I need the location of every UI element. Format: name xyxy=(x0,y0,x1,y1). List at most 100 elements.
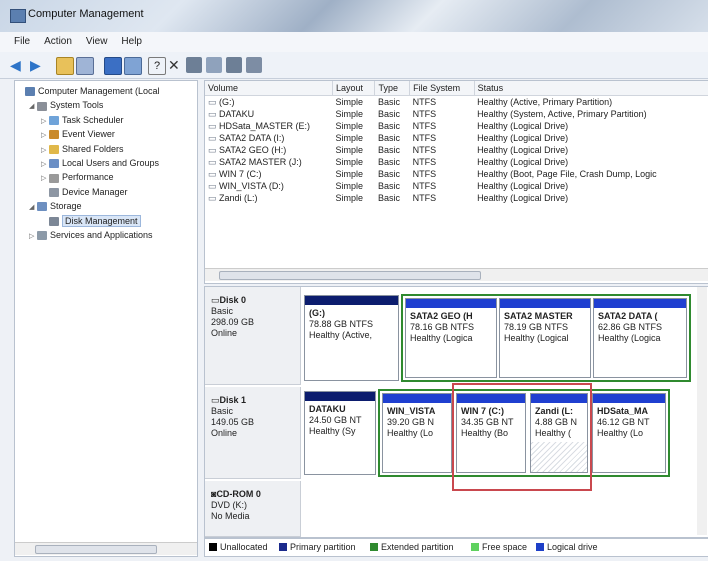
tree-item[interactable]: Computer Management (Local xyxy=(17,85,160,98)
tree-item[interactable]: Disk Management xyxy=(41,214,141,228)
scrollbar-thumb[interactable] xyxy=(219,271,481,280)
tree-item-label: Device Manager xyxy=(62,186,128,197)
scrollbar-thumb[interactable] xyxy=(35,545,157,554)
disk-action-icon[interactable] xyxy=(186,57,202,73)
table-cell: Simple xyxy=(335,157,363,167)
tree-expander-icon[interactable]: ▷ xyxy=(29,230,37,243)
legend-swatch xyxy=(209,543,217,551)
volume-header-row: Volume Layout Type File System Status xyxy=(205,81,708,96)
table-row[interactable]: ▭ (G:) Simple Basic NTFS Healthy (Active, Pr… xyxy=(205,96,708,109)
table-row[interactable]: ▭ WIN 7 (C:) Simple Basic NTFS Healthy (Boot… xyxy=(205,168,708,180)
volume-horizontal-scrollbar[interactable] xyxy=(205,268,708,281)
menu-file[interactable]: File xyxy=(14,36,30,47)
partition-dataku[interactable]: DATAKU 24.50 GB NT Healthy (Sy xyxy=(304,391,376,475)
cdrom-label[interactable]: ◙CD-ROM 0 DVD (K:) No Media xyxy=(205,481,301,537)
partition-win-vista[interactable]: WIN_VISTA 39.20 GB N Healthy (Lo xyxy=(382,393,452,473)
computer-management-icon xyxy=(10,9,26,23)
tree-expander-icon[interactable]: ▷ xyxy=(41,158,49,171)
volume-cell: ▭ HDSata_MASTER (E:) xyxy=(205,120,332,132)
properties-icon[interactable] xyxy=(104,57,122,75)
tree-expander-icon[interactable]: ▷ xyxy=(41,115,49,128)
tree-item[interactable]: ◢ Storage xyxy=(29,200,82,213)
toolbar: ◀ ▶ ? ✕ xyxy=(0,52,708,79)
show-tree-icon[interactable] xyxy=(76,57,94,75)
tree-item[interactable]: ▷ Performance xyxy=(41,171,114,184)
back-icon[interactable]: ◀ xyxy=(10,57,26,73)
column-status[interactable]: Status xyxy=(474,81,708,96)
tree-item[interactable]: Device Manager xyxy=(41,186,128,199)
tree-item[interactable]: ▷ Task Scheduler xyxy=(41,114,124,127)
table-cell: NTFS xyxy=(412,193,437,203)
device-manager-icon xyxy=(49,187,59,197)
column-layout[interactable]: Layout xyxy=(332,81,376,96)
partition-color-bar xyxy=(406,299,496,308)
volume-cell: ▭ WIN 7 (C:) xyxy=(205,168,332,180)
tree-expander-icon[interactable]: ◢ xyxy=(29,100,37,113)
volume-icon: ▭ xyxy=(208,168,220,179)
tree-item[interactable]: ▷ Shared Folders xyxy=(41,143,124,156)
check-disk-icon[interactable] xyxy=(226,57,242,73)
view-icon[interactable] xyxy=(124,57,142,75)
menu-action[interactable]: Action xyxy=(44,36,72,47)
tree-item[interactable]: ◢ System Tools xyxy=(29,99,103,112)
disk-type: Basic xyxy=(211,306,234,316)
menu-bar: File Action View Help xyxy=(0,32,708,52)
volume-name: WIN_VISTA (D:) xyxy=(219,180,284,191)
column-file-system[interactable]: File System xyxy=(409,81,475,96)
close-icon[interactable]: ✕ xyxy=(168,57,184,73)
column-volume[interactable]: Volume xyxy=(205,81,333,96)
partition-hdsata-master[interactable]: HDSata_MA 46.12 GB NT Healthy (Lo xyxy=(592,393,666,473)
disk-map-vertical-scrollbar[interactable] xyxy=(697,287,707,535)
storage-icon xyxy=(37,202,47,212)
partition-name: DATAKU xyxy=(309,404,346,414)
disk-1-label[interactable]: ▭Disk 1 Basic 149.05 GB Online xyxy=(205,387,301,479)
legend-primary: Primary partition xyxy=(279,542,356,552)
tree-item[interactable]: ▷ Local Users and Groups xyxy=(41,157,159,170)
tree-expander-icon[interactable]: ◢ xyxy=(29,201,37,214)
forward-icon[interactable]: ▶ xyxy=(30,57,46,73)
table-row[interactable]: ▭ Zandi (L:) Simple Basic NTFS Healthy (Logi… xyxy=(205,192,708,204)
partition-status: Healthy (Logica xyxy=(598,333,661,343)
partition-sata2-data[interactable]: SATA2 DATA ( 62.86 GB NTFS Healthy (Logi… xyxy=(593,298,687,378)
menu-help[interactable]: Help xyxy=(121,36,142,47)
title-bar: Computer Management xyxy=(0,0,708,32)
table-row[interactable]: ▭ DATAKU Simple Basic NTFS Healthy (System, … xyxy=(205,108,708,120)
partition-status: Healthy (Lo xyxy=(387,428,434,438)
format-icon[interactable] xyxy=(246,57,262,73)
volume-cell: ▭ SATA2 GEO (H:) xyxy=(205,144,332,156)
volume-name: SATA2 MASTER (J:) xyxy=(219,156,302,167)
volume-icon: ▭ xyxy=(208,108,220,119)
column-type[interactable]: Type xyxy=(374,81,411,96)
tree-expander-icon[interactable]: ▷ xyxy=(41,172,49,185)
tree-item[interactable]: ▷ Services and Applications xyxy=(29,229,153,242)
tree-expander-icon[interactable]: ▷ xyxy=(41,129,49,142)
menu-view[interactable]: View xyxy=(86,36,108,47)
partition-status: Healthy (Logical xyxy=(504,333,569,343)
help-icon[interactable]: ? xyxy=(148,57,166,75)
disk-icon: ▭ xyxy=(211,295,220,305)
disk-type: Basic xyxy=(211,406,234,416)
tree-horizontal-scrollbar[interactable] xyxy=(15,542,197,555)
table-row[interactable]: ▭ SATA2 MASTER (J:) Simple Basic NTFS Health… xyxy=(205,156,708,168)
volume-name: WIN 7 (C:) xyxy=(219,168,262,179)
table-row[interactable]: ▭ WIN_VISTA (D:) Simple Basic NTFS Healthy (… xyxy=(205,180,708,192)
tree-expander-icon[interactable]: ▷ xyxy=(41,144,49,157)
refresh-icon[interactable] xyxy=(206,57,222,73)
table-row[interactable]: ▭ SATA2 GEO (H:) Simple Basic NTFS Healthy (… xyxy=(205,144,708,156)
volume-icon: ▭ xyxy=(208,144,220,155)
partition-sata2-master[interactable]: SATA2 MASTER 78.19 GB NTFS Healthy (Logi… xyxy=(499,298,591,378)
partition-name: SATA2 DATA ( xyxy=(598,311,658,321)
partition-sata2-geo[interactable]: SATA2 GEO (H 78.16 GB NTFS Healthy (Logi… xyxy=(405,298,497,378)
table-row[interactable]: ▭ HDSata_MASTER (E:) Simple Basic NTFS Healt… xyxy=(205,120,708,132)
tree-item[interactable]: ▷ Event Viewer xyxy=(41,128,115,141)
table-cell: Healthy (Logical Drive) xyxy=(477,193,569,203)
table-cell: Healthy (Logical Drive) xyxy=(477,133,569,143)
tree-item-label: Storage xyxy=(50,201,82,212)
tree-item-label: Shared Folders xyxy=(62,143,124,154)
disk-0-label[interactable]: ▭Disk 0 Basic 298.09 GB Online xyxy=(205,287,301,385)
table-row[interactable]: ▭ SATA2 DATA (I:) Simple Basic NTFS Healthy … xyxy=(205,132,708,144)
partition-g[interactable]: (G:) 78.88 GB NTFS Healthy (Active, xyxy=(304,295,399,381)
up-folder-icon[interactable] xyxy=(56,57,74,75)
table-cell: Simple xyxy=(335,121,363,131)
partition-size: 78.19 GB NTFS xyxy=(504,322,569,332)
